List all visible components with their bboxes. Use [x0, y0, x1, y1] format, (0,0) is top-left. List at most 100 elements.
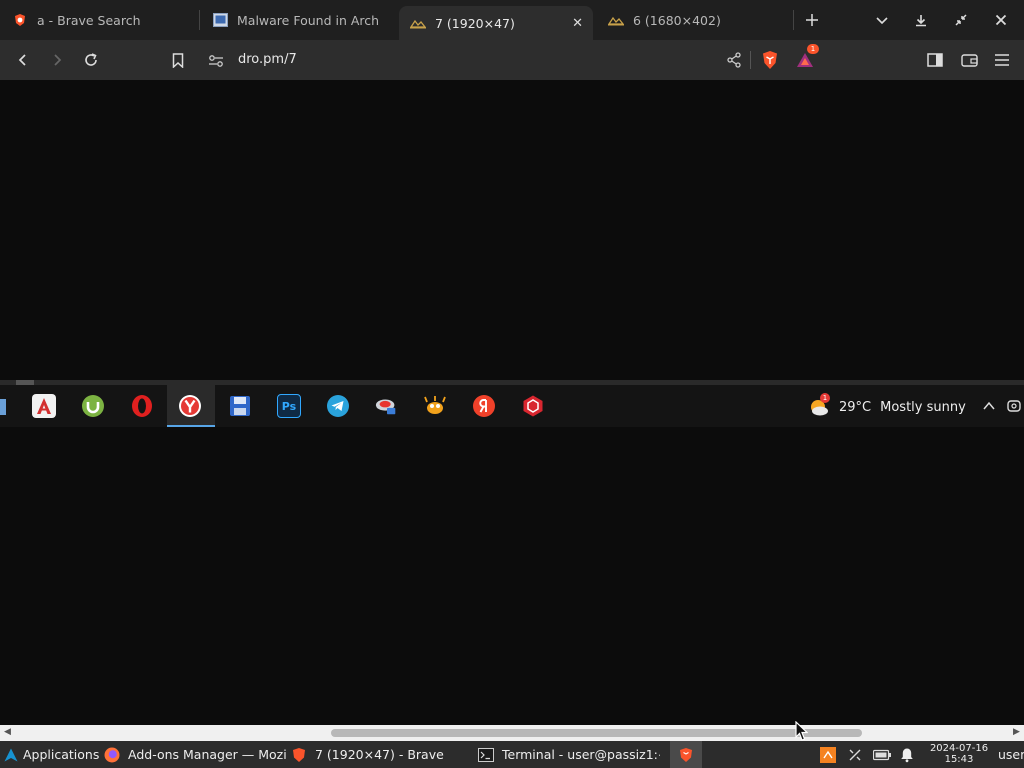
utorrent-icon: [81, 394, 105, 418]
chevron-down-icon: [876, 17, 888, 25]
yandex-icon: [472, 394, 496, 418]
tab-list-button[interactable]: [870, 8, 894, 32]
yandex-browser-icon: [178, 394, 202, 418]
tab-title: 7 (1920×47): [435, 15, 515, 31]
reload-button[interactable]: [79, 48, 103, 72]
brave-shields-button[interactable]: [758, 48, 782, 72]
close-tab-icon[interactable]: ✕: [572, 16, 583, 31]
minimize-button[interactable]: [909, 8, 933, 32]
back-arrow-icon: [18, 54, 26, 66]
tray-network-muted-icon[interactable]: [847, 741, 863, 768]
window-title: Add-ons Manager — Mozi...: [128, 747, 286, 762]
image-icon: [608, 12, 624, 28]
close-icon: [995, 14, 1007, 26]
close-window-button[interactable]: [989, 8, 1013, 32]
restore-button[interactable]: [949, 8, 973, 32]
camera-icon: [1007, 398, 1021, 418]
weather-condition: Mostly sunny: [880, 399, 966, 415]
tab-brave-search[interactable]: a - Brave Search: [12, 0, 197, 40]
weather-badge: 1: [820, 393, 830, 403]
divider: [750, 51, 751, 69]
tab-title: a - Brave Search: [37, 12, 141, 28]
restore-icon: [955, 14, 967, 26]
main-menu-button[interactable]: [990, 48, 1014, 72]
hamburger-menu-icon: [995, 54, 1009, 66]
opera-icon: [130, 394, 154, 418]
new-tab-button[interactable]: [800, 8, 824, 32]
brave-rewards-button[interactable]: 1: [793, 44, 819, 72]
image-icon: [410, 15, 426, 31]
wallet-icon: [960, 54, 978, 67]
scrollbar-thumb[interactable]: [331, 729, 862, 737]
weather-temperature: 29°C: [839, 399, 872, 415]
address-bar[interactable]: dro.pm/7: [200, 46, 822, 74]
article-icon: [212, 12, 228, 28]
applications-label: Applications: [23, 747, 100, 762]
bookmark-button[interactable]: [166, 48, 190, 72]
os-panel: Applications ⋮ Add-ons Manager — Mozi...…: [0, 741, 1024, 768]
download-icon: [916, 15, 926, 27]
page-content: Ps 1 29°C Mostly sunny: [0, 80, 1024, 725]
weather-sun-cloud-icon: 1: [808, 393, 832, 417]
brave-lion-icon: [763, 51, 777, 69]
brave-lion-icon: [291, 747, 307, 763]
window-title: Terminal - user@passiz1:~: [502, 747, 660, 762]
sidebar-button[interactable]: [923, 48, 947, 72]
sketchup-icon: [521, 394, 545, 418]
displayed-image-taskbar: Ps 1 29°C Mostly sunny: [0, 385, 1024, 427]
forward-button[interactable]: [45, 48, 69, 72]
save-disk-icon: [228, 394, 252, 418]
browser-toolbar: dro.pm/7 1: [0, 40, 1024, 80]
firefox-icon: [104, 747, 120, 763]
window-button-firefox[interactable]: Add-ons Manager — Mozi...: [104, 741, 286, 768]
window-button-terminal[interactable]: Terminal - user@passiz1:~: [478, 741, 660, 768]
tab-divider: [199, 10, 200, 30]
sidebar-icon: [927, 53, 943, 67]
scroll-left-arrow-icon[interactable]: ◀: [4, 727, 11, 737]
tab-image-7[interactable]: 7 (1920×47) ✕: [399, 6, 593, 40]
truncated-app-icon: [0, 399, 6, 415]
photoshop-icon: Ps: [277, 394, 301, 418]
tray-battery-icon[interactable]: [873, 741, 891, 768]
tab-image-6[interactable]: 6 (1680×402): [608, 0, 788, 40]
acrobat-icon: [32, 394, 56, 418]
applications-menu[interactable]: Applications ⋮: [3, 741, 116, 768]
reload-icon: [85, 53, 97, 66]
plus-icon: [806, 14, 818, 26]
site-settings-icon[interactable]: [208, 53, 224, 72]
tab-malware-article[interactable]: Malware Found in Arch Lin: [212, 0, 384, 40]
telegram-icon: [326, 394, 350, 418]
terminal-icon: [478, 747, 494, 763]
tray-update-icon[interactable]: [820, 741, 836, 768]
user-name: user: [998, 747, 1024, 762]
weather-widget: 1 29°C Mostly sunny: [808, 393, 966, 417]
tab-divider: [793, 10, 794, 30]
share-icon[interactable]: [726, 52, 742, 72]
tab-title: 6 (1680×402): [633, 12, 721, 28]
tab-strip: a - Brave Search Malware Found in Arch L…: [0, 0, 1024, 40]
url-text[interactable]: dro.pm/7: [238, 52, 297, 67]
clock-time: 15:43: [944, 754, 974, 765]
arch-logo-icon: [3, 747, 19, 763]
bookmark-icon: [172, 52, 184, 68]
gimp-like-icon: [423, 394, 447, 418]
media-player-icon: [375, 394, 399, 418]
brave-search-icon: [12, 12, 28, 28]
chevron-up-icon: [982, 398, 996, 417]
user-menu[interactable]: user: [998, 741, 1024, 768]
scroll-right-arrow-icon[interactable]: ▶: [1013, 727, 1020, 737]
forward-arrow-icon: [54, 54, 62, 66]
window-button-brave-active[interactable]: [670, 741, 702, 768]
window-button-brave[interactable]: 7 (1920×47) - Brave: [291, 741, 471, 768]
horizontal-scrollbar[interactable]: ◀ ▶: [0, 725, 1024, 741]
tab-title: Malware Found in Arch Lin: [237, 12, 384, 28]
back-button[interactable]: [11, 48, 35, 72]
notification-badge: 1: [807, 44, 819, 54]
window-title: 7 (1920×47) - Brave: [315, 747, 444, 762]
wallet-button[interactable]: [957, 48, 981, 72]
tray-notifications-bell-icon[interactable]: [900, 741, 914, 768]
panel-clock[interactable]: 2024-07-16 15:43: [926, 743, 992, 765]
clock-date: 2024-07-16: [929, 743, 989, 754]
brave-lion-icon: [678, 747, 694, 763]
active-app-indicator: [167, 425, 215, 427]
